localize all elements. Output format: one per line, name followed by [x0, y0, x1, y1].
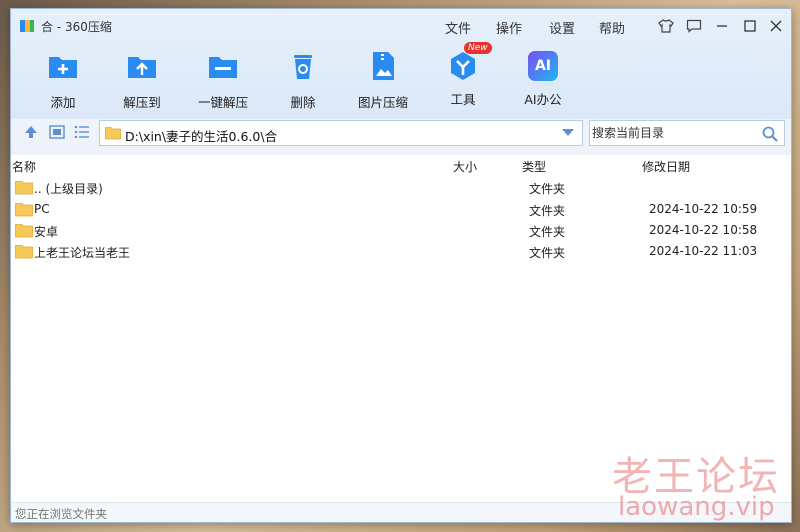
folder-icon	[15, 181, 33, 195]
file-date: 2024-10-22 11:03	[649, 244, 758, 258]
extract-to-label: 解压到	[123, 95, 161, 110]
skin-icon[interactable]	[657, 17, 675, 35]
maximize-icon[interactable]	[741, 17, 759, 35]
menu-file[interactable]: 文件	[445, 18, 471, 37]
column-name[interactable]: 名称	[12, 158, 36, 175]
file-type: 文件夹	[529, 182, 566, 196]
search-input[interactable]	[592, 124, 752, 142]
ai-office-button[interactable]: AI AI办公	[508, 49, 578, 111]
tools-label: 工具	[450, 92, 476, 107]
file-name: 安卓	[34, 225, 59, 239]
file-type: 文件夹	[529, 225, 566, 239]
one-click-extract-icon	[209, 57, 237, 78]
tools-icon	[451, 52, 475, 80]
file-name: PC	[34, 202, 50, 216]
app-logo-icon	[20, 20, 34, 32]
image-compress-icon	[373, 52, 394, 80]
folder-icon	[15, 245, 33, 259]
menu-help[interactable]: 帮助	[599, 18, 625, 37]
image-compress-button[interactable]: 图片压缩	[348, 49, 418, 111]
search-box[interactable]	[589, 120, 785, 146]
table-row[interactable]: .. (上级目录) 文件夹	[11, 177, 791, 198]
close-icon[interactable]	[767, 17, 785, 35]
address-bar[interactable]: D:\xin\妻子的生活0.6.0\合	[99, 120, 583, 146]
list-view-icon[interactable]	[73, 123, 91, 141]
column-type[interactable]: 类型	[522, 158, 546, 175]
feedback-icon[interactable]	[685, 17, 703, 35]
title-bar: 合 - 360压缩 文件 操作 设置 帮助	[11, 9, 791, 43]
menu-operate[interactable]: 操作	[496, 18, 522, 37]
ai-office-label: AI办公	[524, 92, 562, 107]
file-date: 2024-10-22 10:59	[649, 202, 758, 216]
delete-label: 删除	[290, 95, 316, 110]
tools-icon-wrap: New	[446, 42, 492, 83]
folder-icon	[105, 127, 121, 140]
recycle-bin-icon	[294, 55, 312, 79]
image-compress-label: 图片压缩	[357, 95, 408, 110]
menu-settings[interactable]: 设置	[549, 18, 575, 37]
one-click-extract-label: 一键解压	[197, 95, 248, 110]
table-row[interactable]: PC 文件夹 2024-10-22 10:59	[11, 199, 791, 220]
watermark-text-en: laowang.vip	[618, 492, 775, 522]
column-date[interactable]: 修改日期	[642, 158, 690, 175]
add-button[interactable]: 添加	[28, 49, 98, 111]
table-row[interactable]: 上老王论坛当老王 文件夹 2024-10-22 11:03	[11, 241, 791, 262]
search-icon[interactable]	[762, 126, 778, 142]
tools-button[interactable]: New 工具	[428, 42, 498, 111]
file-type: 文件夹	[529, 204, 566, 218]
ai-office-icon: AI	[528, 51, 558, 81]
file-name: .. (上级目录)	[34, 182, 103, 196]
delete-button[interactable]: 删除	[268, 49, 338, 111]
table-row[interactable]: 安卓 文件夹 2024-10-22 10:58	[11, 220, 791, 241]
folder-icon	[15, 203, 33, 217]
minimize-icon[interactable]	[713, 17, 731, 35]
window-header: 合 - 360压缩 文件 操作 设置 帮助 添加 解压到 一键解压 删除 图片压…	[11, 9, 791, 119]
column-header: 名称 大小 类型 修改日期	[11, 155, 791, 175]
add-folder-icon	[49, 57, 77, 78]
file-name: 上老王论坛当老王	[34, 246, 131, 260]
address-path: D:\xin\妻子的生活0.6.0\合	[125, 129, 278, 144]
window-title: 合 - 360压缩	[41, 20, 112, 34]
file-date: 2024-10-22 10:58	[649, 223, 758, 237]
status-text: 您正在浏览文件夹	[15, 507, 107, 521]
thumbnail-view-icon[interactable]	[48, 123, 66, 141]
file-type: 文件夹	[529, 246, 566, 260]
new-badge: New	[464, 42, 492, 54]
chevron-down-icon[interactable]	[562, 129, 574, 137]
extract-to-icon	[128, 57, 156, 78]
extract-to-button[interactable]: 解压到	[107, 49, 177, 111]
add-label: 添加	[50, 95, 76, 110]
column-size[interactable]: 大小	[453, 158, 477, 175]
folder-icon	[15, 224, 33, 238]
up-arrow-icon[interactable]	[22, 123, 40, 141]
one-click-extract-button[interactable]: 一键解压	[188, 49, 258, 111]
